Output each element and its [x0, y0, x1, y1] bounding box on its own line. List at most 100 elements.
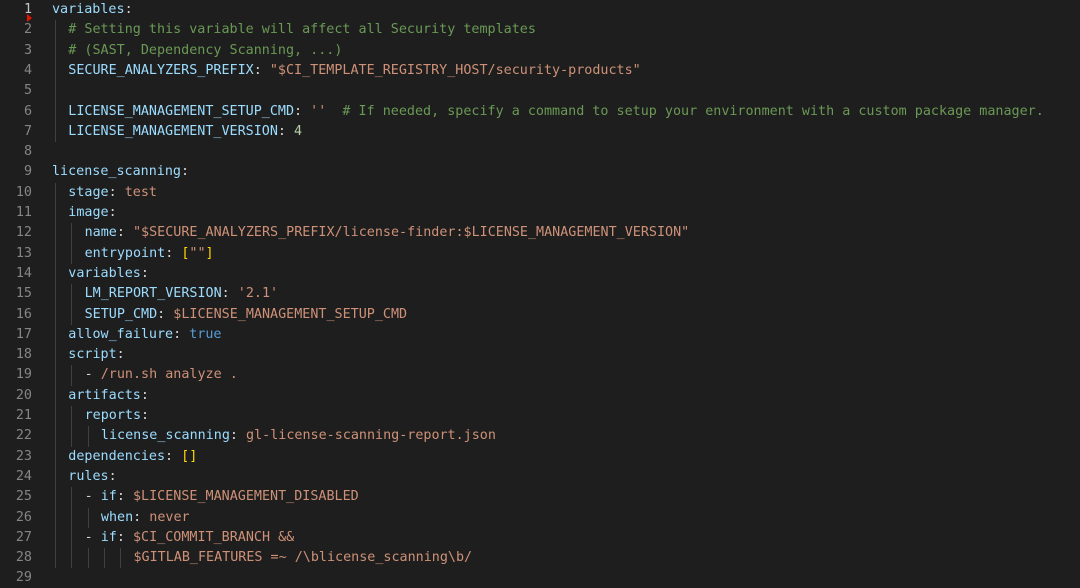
code-text: rules: [68, 467, 116, 487]
code-line[interactable]: 24 rules: [0, 467, 1080, 487]
code-text: image: [68, 203, 116, 223]
code-token: : [116, 489, 133, 505]
line-number: 26 [15, 509, 32, 525]
code-token: license_scanning [100, 428, 230, 444]
code-token: name [84, 225, 117, 241]
code-line[interactable]: 12 name: "$SECURE_ANALYZERS_PREFIX/licens… [0, 223, 1080, 243]
code-token: '2.1' [237, 286, 279, 302]
code-token: : [116, 225, 133, 241]
indent-guide [55, 20, 56, 143]
code-token: - [84, 529, 101, 545]
code-line[interactable]: 16 SETUP_CMD: $LICENSE_MANAGEMENT_SETUP_C… [0, 305, 1080, 325]
code-line[interactable]: 27 - if: $CI_COMMIT_BRANCH && [0, 528, 1080, 548]
indent-guide [71, 406, 73, 447]
code-line[interactable]: 18 script: [0, 345, 1080, 365]
code-line[interactable]: 5 [0, 81, 1080, 101]
code-token: : [141, 408, 150, 423]
code-token: '' [310, 103, 327, 119]
code-text: - /run.sh analyze . [85, 365, 238, 385]
code-line[interactable]: 4 SECURE_ANALYZERS_PREFIX: "$CI_TEMPLATE_… [0, 61, 1080, 81]
code-text: script: [68, 345, 124, 365]
code-line[interactable]: 29 [0, 568, 1080, 588]
indent-guide [55, 182, 56, 569]
code-line[interactable]: 22 license_scanning: gl-license-scanning-… [0, 426, 1080, 446]
code-text: stage: test [68, 183, 157, 203]
code-line[interactable]: 8 [0, 142, 1080, 162]
breakpoint-marker-icon[interactable] [27, 14, 32, 22]
code-line[interactable]: 11 image: [0, 203, 1080, 223]
line-number: 17 [15, 326, 32, 342]
line-number: 16 [15, 306, 32, 322]
code-token: if [100, 529, 117, 545]
code-token: rules [68, 468, 109, 484]
code-token: ] [205, 245, 214, 261]
code-token: - [84, 489, 101, 505]
indent-guide [87, 507, 89, 528]
code-line[interactable]: 23 dependencies: [] [0, 447, 1080, 467]
line-number: 9 [23, 164, 32, 180]
code-token: entrypoint [84, 245, 166, 261]
code-text: variables: [52, 0, 133, 20]
code-line[interactable]: 17 allow_failure: true [0, 325, 1080, 345]
line-number: 11 [15, 205, 32, 220]
code-token: - [84, 367, 101, 383]
code-token: : [116, 347, 125, 363]
code-line[interactable]: 1 variables: [0, 0, 1080, 20]
line-number: 14 [15, 265, 32, 281]
code-token: dependencies [68, 448, 166, 464]
code-line[interactable]: 28 $GITLAB_FEATURES =~ /\blicense_scannin… [0, 548, 1080, 568]
line-number: 18 [15, 347, 32, 363]
code-line[interactable]: 21 reports: [0, 406, 1080, 426]
code-token: allow_failure [68, 326, 174, 342]
code-token: 4 [294, 123, 303, 139]
code-line[interactable]: 2 # Setting this variable will affect all… [0, 20, 1080, 40]
line-number: 6 [23, 103, 32, 119]
code-token: never [149, 509, 190, 525]
code-line[interactable]: 3 # (SAST, Dependency Scanning, ...) [0, 41, 1080, 61]
code-token: : [165, 245, 182, 261]
code-token: gl-license-scanning-report.json [246, 428, 496, 444]
code-line[interactable]: 20 artifacts: [0, 386, 1080, 406]
code-line[interactable]: 15 LM_REPORT_VERSION: '2.1' [0, 284, 1080, 304]
code-token: LICENSE_MANAGEMENT_SETUP_CMD [68, 103, 295, 119]
code-line[interactable]: 13 entrypoint: [""] [0, 244, 1080, 264]
code-token: /run.sh analyze . [100, 367, 238, 383]
code-text: name: "$SECURE_ANALYZERS_PREFIX/license-… [85, 223, 690, 243]
code-token: : [124, 2, 133, 17]
code-text: - if: $CI_COMMIT_BRANCH && [85, 528, 295, 548]
code-token: $LICENSE_MANAGEMENT_SETUP_CMD [173, 306, 408, 322]
code-line[interactable]: 25 - if: $LICENSE_MANAGEMENT_DISABLED [0, 487, 1080, 507]
code-token: stage [68, 184, 109, 200]
code-line[interactable]: 7 LICENSE_MANAGEMENT_VERSION: 4 [0, 122, 1080, 142]
code-line[interactable]: 19 - /run.sh analyze . [0, 365, 1080, 385]
line-number: 23 [15, 448, 32, 464]
code-text: LICENSE_MANAGEMENT_VERSION: 4 [68, 122, 302, 142]
code-token: : [221, 286, 238, 302]
code-text: - if: $LICENSE_MANAGEMENT_DISABLED [85, 487, 359, 507]
line-number: 21 [15, 408, 32, 423]
line-number: 7 [23, 123, 32, 139]
code-token: : [133, 509, 150, 525]
code-line[interactable]: 10 stage: test [0, 183, 1080, 203]
line-number: 29 [15, 570, 32, 586]
indent-guide [120, 548, 122, 569]
code-token: test [124, 184, 157, 200]
code-line[interactable]: 9 license_scanning: [0, 162, 1080, 182]
code-line[interactable]: 14 variables: [0, 264, 1080, 284]
code-line[interactable]: 26 when: never [0, 508, 1080, 528]
code-editor[interactable]: 1 variables: 2 # Setting this variable will… [0, 0, 1080, 588]
code-text: reports: [85, 406, 150, 426]
code-token: : [157, 306, 174, 322]
code-token: : [229, 428, 247, 444]
code-token: : [277, 123, 295, 139]
code-text: license_scanning: gl-license-scanning-re… [101, 426, 496, 446]
code-text: license_scanning: [52, 162, 189, 182]
code-token: : [116, 529, 133, 545]
line-number: 22 [15, 428, 32, 444]
code-token: [] [181, 448, 198, 464]
code-line[interactable]: 6 LICENSE_MANAGEMENT_SETUP_CMD: '' # If n… [0, 102, 1080, 122]
indent-guide [87, 426, 89, 447]
line-number: 28 [15, 550, 32, 566]
code-token: "" [189, 245, 206, 261]
